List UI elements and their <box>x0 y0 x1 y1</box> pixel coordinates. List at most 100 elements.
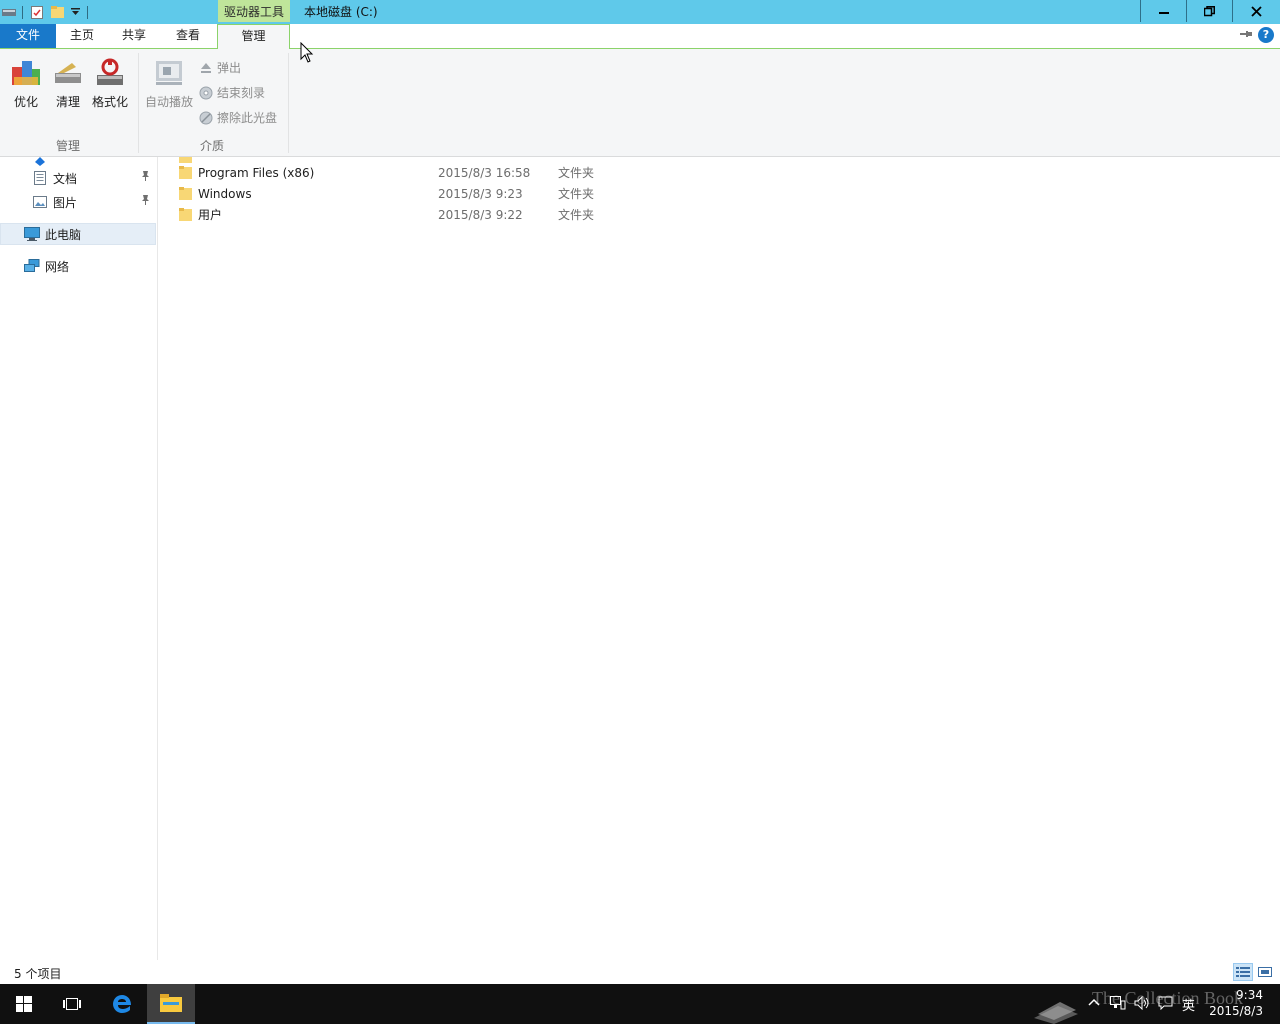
clock-time[interactable]: 9:34 <box>1236 988 1263 1002</box>
optimize-button[interactable]: 优化 <box>10 57 42 110</box>
tab-home[interactable]: 主页 <box>56 24 108 48</box>
details-view-icon <box>1236 967 1250 977</box>
new-folder-icon[interactable] <box>47 0 67 24</box>
navigation-pane[interactable]: 文档 图片 此电脑 网络 <box>0 157 158 960</box>
nav-label: 文档 <box>53 171 78 186</box>
ribbon-pin-icon[interactable] <box>1240 28 1252 41</box>
nav-item-documents[interactable]: 文档 <box>0 167 156 189</box>
autoplay-button[interactable]: 自动播放 <box>145 57 193 110</box>
properties-icon[interactable] <box>27 0 47 24</box>
volume-icon[interactable] <box>1134 995 1150 1014</box>
task-view-icon <box>63 998 81 1010</box>
file-list[interactable]: Program Files (x86) 2015/8/3 16:58 文件夹 W… <box>159 157 1280 960</box>
quick-access-toolbar <box>0 0 92 24</box>
nav-label: 此电脑 <box>45 227 82 242</box>
cleanup-label: 清理 <box>55 95 80 109</box>
close-button[interactable] <box>1232 0 1280 22</box>
taskbar: The Collection Book 英 9:34 2015/8/3 <box>0 984 1280 1024</box>
erase-disc-button[interactable]: 擦除此光盘 <box>199 109 277 126</box>
drive-icon[interactable] <box>0 0 18 24</box>
documents-icon <box>34 171 46 185</box>
restore-icon <box>1204 5 1215 16</box>
cleanup-icon <box>55 63 81 83</box>
tab-file[interactable]: 文件 <box>0 24 56 48</box>
file-date: 2015/8/3 9:23 <box>438 186 523 201</box>
nav-item-network[interactable]: 网络 <box>0 255 156 277</box>
group-label-media: 介质 <box>200 139 225 153</box>
mouse-cursor-icon <box>300 42 314 63</box>
show-hidden-icons-icon[interactable] <box>1088 996 1100 1011</box>
qat-separator <box>22 5 23 19</box>
drive-tools-context-label: 驱动器工具 <box>218 0 290 22</box>
network-icon <box>24 259 40 272</box>
table-row[interactable]: Program Files (x86) 2015/8/3 16:58 文件夹 <box>177 162 617 183</box>
pictures-icon <box>33 196 47 208</box>
autoplay-label: 自动播放 <box>145 95 194 109</box>
action-center-icon[interactable] <box>1158 996 1173 1014</box>
computer-icon <box>24 227 40 241</box>
start-button[interactable] <box>0 984 48 1024</box>
table-row[interactable]: Windows 2015/8/3 9:23 文件夹 <box>177 183 617 204</box>
optimize-icon <box>12 61 40 85</box>
restore-button[interactable] <box>1186 0 1232 22</box>
file-type: 文件夹 <box>558 187 595 201</box>
details-view-button[interactable] <box>1233 963 1253 981</box>
qat-customize-icon[interactable] <box>67 0 83 24</box>
ribbon-panel: 优化 清理 格式化 自动播放 弹出 结束刻录 擦除此光盘 管理 介质 <box>0 49 1280 157</box>
group-separator <box>138 53 139 153</box>
book-logo-icon <box>1034 1002 1078 1024</box>
qat-separator <box>87 5 88 19</box>
pin-icon <box>141 195 150 208</box>
download-icon <box>35 157 45 166</box>
disc-burn-icon <box>199 86 213 99</box>
erase-disc-icon <box>199 111 213 124</box>
cleanup-button[interactable]: 清理 <box>52 57 84 110</box>
table-row[interactable]: 用户 2015/8/3 9:22 文件夹 <box>177 204 617 225</box>
file-explorer-icon <box>160 994 182 1012</box>
autoplay-icon <box>156 61 182 85</box>
large-icons-view-button[interactable] <box>1255 963 1275 981</box>
finish-burn-button[interactable]: 结束刻录 <box>199 84 265 101</box>
eject-label: 弹出 <box>217 61 242 75</box>
format-button[interactable]: 格式化 <box>92 57 128 110</box>
folder-icon <box>179 208 192 221</box>
format-label: 格式化 <box>92 95 129 109</box>
file-name: Windows <box>198 186 252 201</box>
file-date: 2015/8/3 16:58 <box>438 165 531 180</box>
file-name: Program Files (x86) <box>198 165 315 180</box>
status-bar: 5 个项目 <box>0 960 1280 984</box>
window-title: 本地磁盘 (C:) <box>304 5 378 19</box>
optimize-label: 优化 <box>13 95 38 109</box>
eject-icon <box>201 62 211 73</box>
ime-indicator[interactable]: 英 <box>1182 995 1195 1014</box>
group-label-manage: 管理 <box>56 139 81 153</box>
tab-share[interactable]: 共享 <box>108 24 160 48</box>
item-count: 5 个项目 <box>14 967 62 981</box>
network-tray-icon[interactable] <box>1110 996 1126 1014</box>
help-icon[interactable]: ? <box>1258 27 1274 43</box>
task-view-button[interactable] <box>48 984 96 1024</box>
nav-item-pictures[interactable]: 图片 <box>0 191 156 213</box>
edge-icon <box>113 995 131 1013</box>
file-explorer-button[interactable] <box>147 984 195 1024</box>
title-bar: 驱动器工具 本地磁盘 (C:) <box>0 0 1280 24</box>
group-separator <box>288 53 289 153</box>
minimize-button[interactable] <box>1140 0 1186 22</box>
file-name: 用户 <box>198 208 223 222</box>
nav-item-this-pc[interactable]: 此电脑 <box>0 223 156 245</box>
format-icon <box>97 58 123 85</box>
pin-icon <box>141 171 150 184</box>
tab-manage[interactable]: 管理 <box>217 24 290 49</box>
eject-button[interactable]: 弹出 <box>199 59 241 76</box>
windows-logo-icon <box>16 996 32 1012</box>
minimize-icon <box>1158 12 1169 14</box>
edge-button[interactable] <box>98 984 146 1024</box>
clock-date[interactable]: 2015/8/3 <box>1209 1004 1263 1018</box>
large-icons-view-icon <box>1258 967 1272 977</box>
folder-icon <box>179 187 192 200</box>
ribbon-tab-row: 文件 主页 共享 查看 管理 ? <box>0 24 1280 49</box>
file-type: 文件夹 <box>558 208 595 222</box>
file-type: 文件夹 <box>558 166 595 180</box>
tab-view[interactable]: 查看 <box>160 24 216 48</box>
nav-label: 网络 <box>45 259 70 274</box>
